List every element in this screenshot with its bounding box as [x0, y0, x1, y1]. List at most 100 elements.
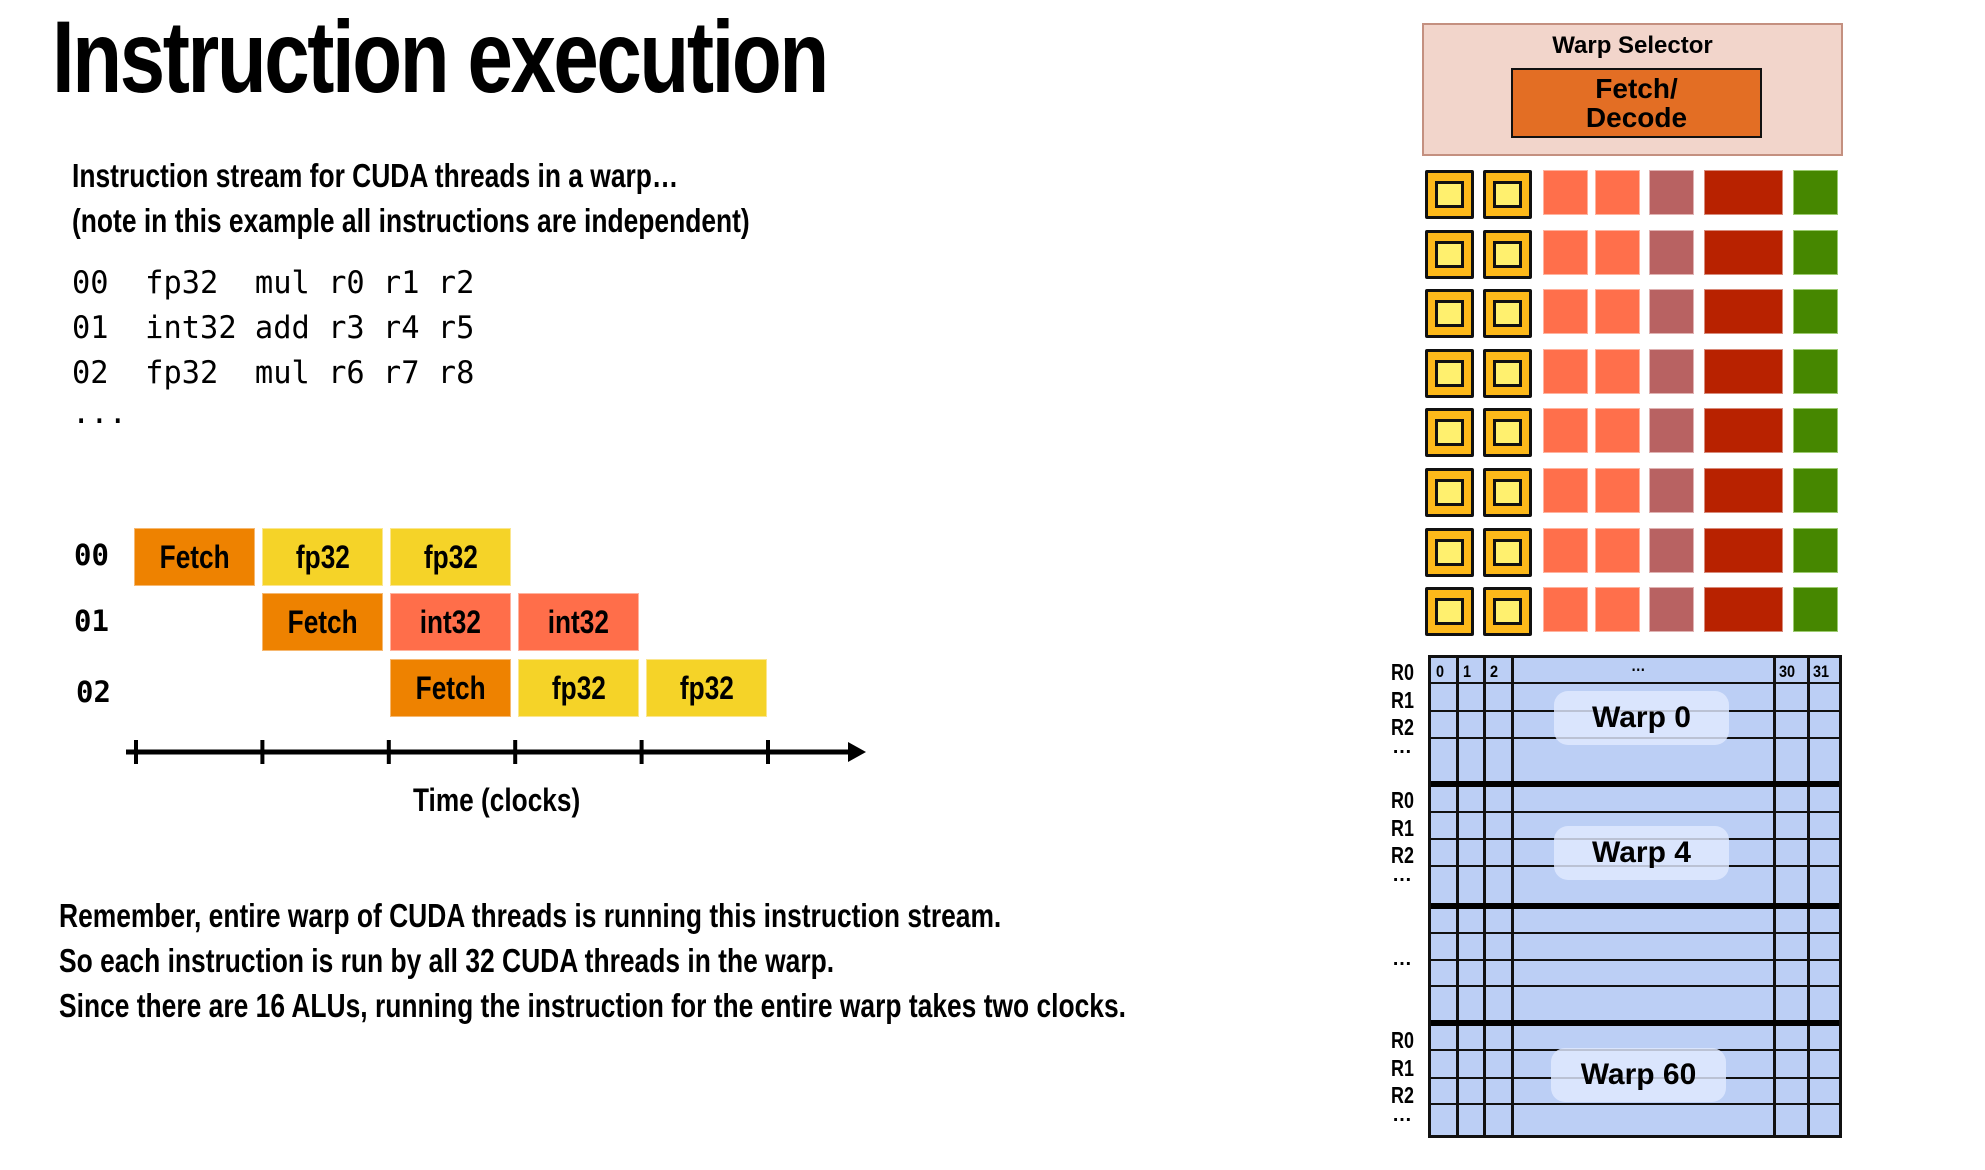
execution-context-inner: [1493, 359, 1522, 387]
lane-header-ellipsis: …: [1631, 656, 1646, 675]
execution-context-inner: [1493, 240, 1522, 268]
misc-unit: [1793, 408, 1838, 454]
execution-context-inner: [1435, 419, 1464, 447]
execution-context: [1425, 408, 1474, 458]
int-alu: [1595, 587, 1640, 633]
alu-row: [1425, 229, 1845, 280]
lane-header: 2: [1490, 662, 1499, 681]
warp-divider: [1431, 903, 1839, 909]
load-store-unit: [1704, 289, 1783, 335]
lane-divider: [1456, 658, 1459, 1135]
fetch-decode-label-2: Decode: [1585, 102, 1688, 133]
warp-selector-label: Warp Selector: [1552, 32, 1713, 59]
register-label: R1: [1391, 1054, 1414, 1081]
int-alu: [1595, 289, 1640, 335]
register-row-divider: [1431, 682, 1839, 684]
misc-unit: [1793, 468, 1838, 513]
execution-context: [1425, 229, 1474, 279]
misc-unit: [1793, 587, 1838, 633]
load-store-unit: [1704, 468, 1783, 513]
execution-context: [1483, 468, 1532, 517]
load-store-unit: [1704, 170, 1783, 215]
register-ellipsis: …: [1392, 1103, 1413, 1126]
execution-context-inner: [1435, 359, 1464, 387]
special-unit: [1649, 289, 1694, 335]
register-label: R0: [1391, 787, 1414, 813]
execution-context-inner: [1435, 598, 1464, 626]
special-unit: [1649, 587, 1694, 633]
load-store-unit: [1704, 527, 1783, 573]
register-row-divider: [1431, 1103, 1839, 1105]
int-alu: [1595, 468, 1640, 513]
warp-label: Warp 4: [1554, 826, 1729, 880]
load-store-unit: [1704, 587, 1783, 633]
execution-context: [1425, 289, 1474, 339]
int-alu: [1543, 527, 1588, 573]
special-unit: [1649, 408, 1694, 454]
fetch-decode-unit: Fetch/ Decode: [1511, 68, 1762, 138]
load-store-unit: [1704, 348, 1783, 394]
execution-context: [1483, 289, 1532, 339]
misc-unit: [1793, 348, 1838, 394]
alu-row: [1425, 348, 1845, 399]
execution-context: [1425, 587, 1474, 637]
alu-row: [1425, 408, 1845, 458]
register-label: R1: [1391, 686, 1414, 713]
warp-label: Warp 0: [1554, 691, 1729, 745]
misc-unit: [1793, 289, 1838, 335]
execution-context-inner: [1435, 300, 1464, 328]
lane-divider: [1807, 658, 1810, 1135]
special-unit: [1649, 229, 1694, 275]
misc-unit: [1793, 229, 1838, 275]
warp-label: Warp 60: [1551, 1048, 1726, 1102]
explanation-line: Since there are 16 ALUs, running the ins…: [59, 987, 1127, 1024]
register-row-divider: [1431, 959, 1839, 961]
execution-context: [1425, 527, 1474, 577]
special-unit: [1649, 348, 1694, 394]
int-alu: [1543, 468, 1588, 513]
execution-context: [1425, 170, 1474, 219]
int-alu: [1595, 527, 1640, 573]
execution-context: [1483, 408, 1532, 458]
int-alu: [1543, 170, 1588, 215]
register-label: R1: [1391, 814, 1414, 841]
execution-context-inner: [1493, 300, 1522, 328]
lane-header: 30: [1779, 662, 1796, 681]
execution-context: [1483, 170, 1532, 219]
execution-context: [1483, 527, 1532, 577]
register-ellipsis: …: [1392, 863, 1413, 886]
execution-context: [1483, 229, 1532, 279]
load-store-unit: [1704, 408, 1783, 454]
int-alu: [1595, 229, 1640, 275]
execution-context: [1483, 587, 1532, 637]
execution-context-inner: [1493, 479, 1522, 506]
execution-context-inner: [1435, 538, 1464, 566]
int-alu: [1543, 289, 1588, 335]
misc-unit: [1793, 170, 1838, 215]
alu-row: [1425, 468, 1845, 518]
explanation-line: So each instruction is run by all 32 CUD…: [59, 942, 835, 979]
execution-context-inner: [1493, 181, 1522, 208]
special-unit: [1649, 468, 1694, 513]
lane-header: 31: [1813, 662, 1830, 681]
lane-header: 1: [1463, 662, 1472, 681]
execution-context-inner: [1435, 479, 1464, 506]
register-ellipsis: …: [1392, 735, 1413, 758]
warp-selector: Warp Selector Fetch/ Decode: [1422, 23, 1843, 156]
misc-unit: [1793, 527, 1838, 573]
warp-divider: [1431, 1020, 1839, 1026]
register-file: 0 1 2 … 30 31 Warp 0 Warp 4 Warp 60: [1428, 655, 1842, 1138]
alu-row: [1425, 289, 1845, 339]
explanation-line: Remember, entire warp of CUDA threads is…: [59, 897, 1002, 934]
execution-context-inner: [1493, 419, 1522, 447]
special-unit: [1649, 170, 1694, 215]
register-label: R0: [1391, 659, 1414, 685]
lane-header: 0: [1436, 662, 1445, 681]
int-alu: [1595, 170, 1640, 215]
alu-row: [1425, 587, 1845, 637]
register-row-divider: [1431, 985, 1839, 987]
int-alu: [1543, 587, 1588, 633]
alu-row: [1425, 170, 1845, 220]
register-row-divider: [1431, 932, 1839, 934]
int-alu: [1595, 348, 1640, 394]
